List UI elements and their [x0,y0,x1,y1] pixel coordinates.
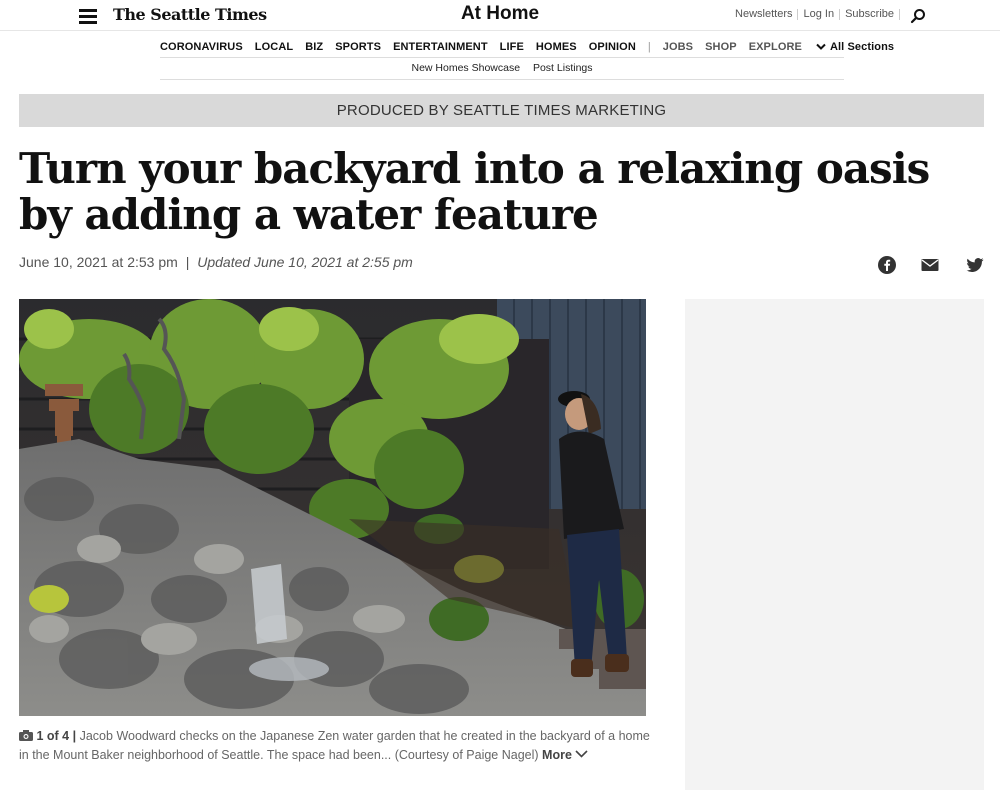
nav-item-sports[interactable]: SPORTS [335,41,381,53]
all-sections-label: All Sections [829,40,895,53]
utility-links: Newsletters Log In Subscribe [730,9,900,20]
photo-count: 1 of 4 [36,729,70,743]
site-logo[interactable]: The Seattle Times [113,5,267,24]
chevron-down-icon [816,43,826,50]
search-icon[interactable] [910,8,926,24]
photo-caption: 1 of 4 | Jacob Woodward checks on the Ja… [19,727,659,765]
caption-more-button[interactable]: More [542,748,588,762]
divider [160,57,844,58]
subnav-item-post-listings[interactable]: Post Listings [533,62,593,74]
caption-separator: | [72,729,77,743]
sponsored-banner-text: PRODUCED BY SEATTLE TIMES MARKETING [336,102,667,119]
nav-item-entertainment[interactable]: ENTERTAINMENT [393,41,488,53]
nav-item-biz[interactable]: BIZ [305,41,323,53]
login-link[interactable]: Log In [798,9,841,20]
ad-slot [685,299,984,790]
facebook-icon[interactable] [878,256,896,274]
all-sections-button[interactable]: All Sections [816,41,894,53]
subnav-item-new-homes-showcase[interactable]: New Homes Showcase [412,62,521,74]
menu-icon[interactable] [79,9,97,24]
garden-photo-image [19,299,646,716]
main-nav: CORONAVIRUS LOCAL BIZ SPORTS ENTERTAINME… [160,37,894,56]
nav-item-shop[interactable]: SHOP [705,41,737,53]
section-title[interactable]: At Home [461,3,539,24]
email-icon[interactable] [921,256,939,274]
twitter-icon[interactable] [966,256,984,274]
article-photo[interactable] [19,299,646,716]
updated-date: Updated June 10, 2021 at 2:55 pm [197,254,413,270]
nav-item-jobs[interactable]: JOBS [663,41,693,53]
nav-item-homes[interactable]: HOMES [536,41,577,53]
camera-icon [19,730,33,741]
sponsored-banner: PRODUCED BY SEATTLE TIMES MARKETING [19,94,984,127]
nav-item-life[interactable]: LIFE [500,41,524,53]
nav-item-coronavirus[interactable]: CORONAVIRUS [160,41,243,53]
published-date: June 10, 2021 at 2:53 pm [19,254,178,270]
subscribe-link[interactable]: Subscribe [840,9,900,20]
caption-more-label: More [542,748,572,762]
sub-nav: New Homes Showcase Post Listings [160,62,844,74]
article-dateline: June 10, 2021 at 2:53 pm | Updated June … [19,254,413,270]
top-bar: The Seattle Times At Home Newsletters Lo… [0,0,1000,31]
nav-separator: | [647,40,651,53]
article-headline: Turn your backyard into a relaxing oasis… [19,144,930,239]
nav-item-local[interactable]: LOCAL [255,41,293,53]
dateline-separator: | [185,254,190,270]
nav-item-explore[interactable]: EXPLORE [749,41,802,53]
newsletters-link[interactable]: Newsletters [730,9,799,20]
nav-item-opinion[interactable]: OPINION [589,41,636,53]
chevron-down-icon [575,750,588,758]
divider [160,79,844,80]
